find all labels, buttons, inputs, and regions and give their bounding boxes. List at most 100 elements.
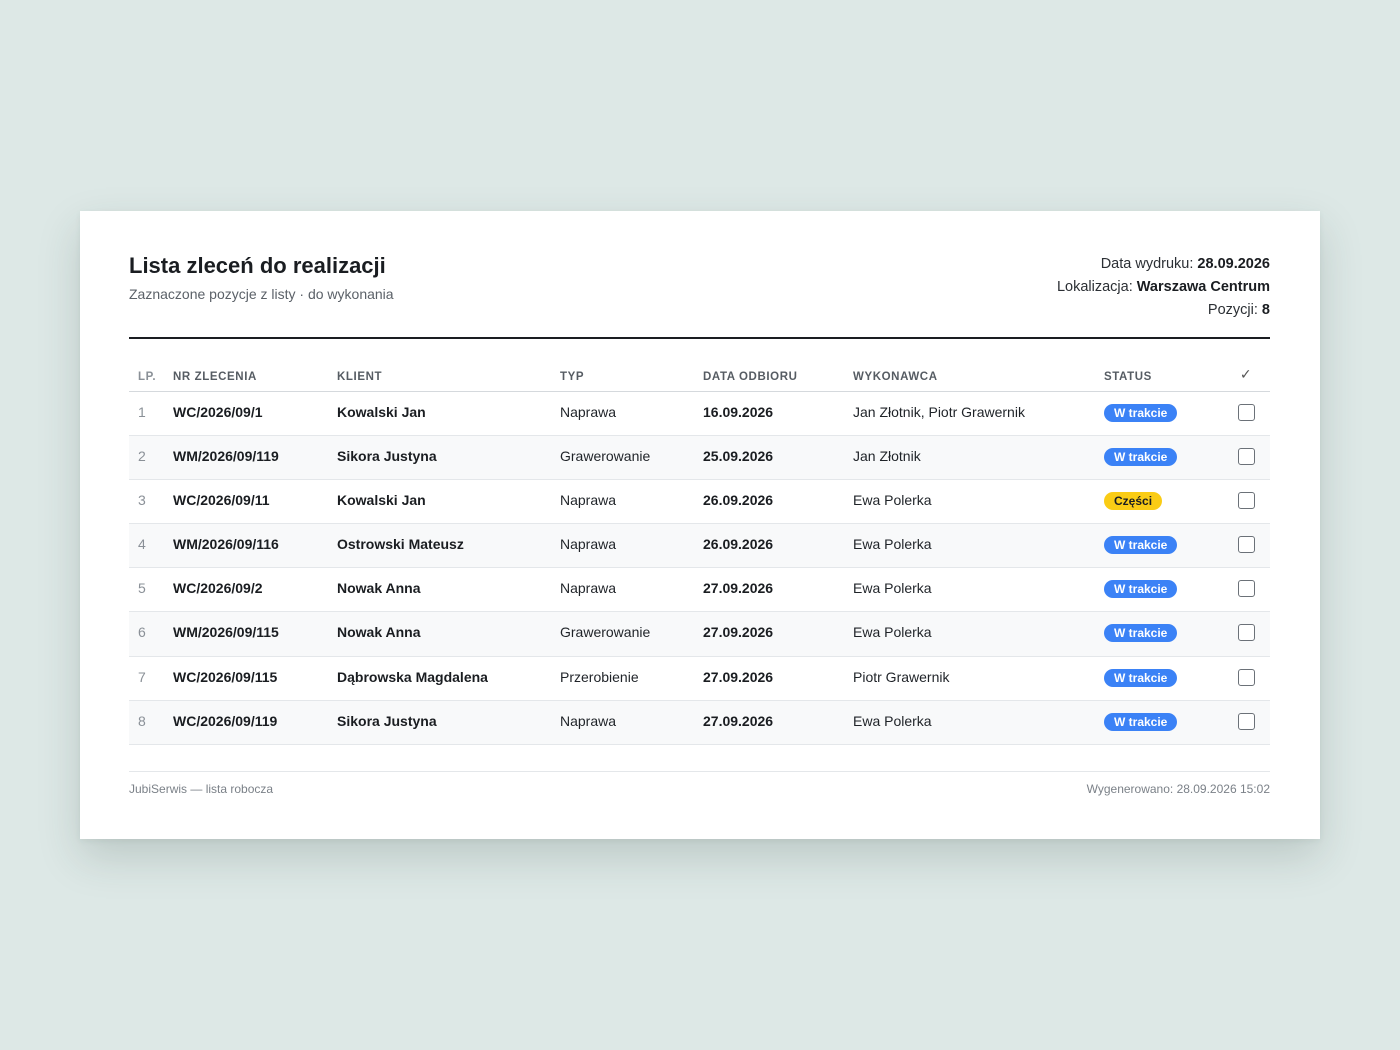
cell-type: Grawerowanie xyxy=(560,624,651,641)
row-checkbox[interactable] xyxy=(1237,624,1255,642)
cell-type: Grawerowanie xyxy=(560,447,651,464)
cell-contractor: Ewa Polerka xyxy=(853,536,932,553)
footer-generated-timestamp: Wygenerowano: 28.09.2026 15:02 xyxy=(1086,782,1270,796)
page-title: Lista zleceń do realizacji xyxy=(129,253,386,278)
row-checkbox[interactable] xyxy=(1237,403,1255,421)
cell-contractor: Piotr Grawernik xyxy=(853,668,950,685)
cell-contractor: Ewa Polerka xyxy=(853,624,932,641)
status-badge: W trakcie xyxy=(1104,624,1178,643)
count-label: Pozycji: xyxy=(1207,302,1258,318)
cell-status: W trakcie xyxy=(1104,524,1222,568)
cell-contractor: Ewa Polerka xyxy=(853,712,932,729)
status-badge: W trakcie xyxy=(1104,580,1178,599)
cell-lp: 4 xyxy=(138,536,146,553)
cell-order-number: WC/2026/09/11 xyxy=(173,491,270,508)
print-date-label: Data wydruku: xyxy=(1100,256,1194,272)
cell-checkbox xyxy=(1222,391,1270,435)
page-subtitle: Zaznaczone pozycje z listy · do wykonani… xyxy=(129,286,394,302)
cell-pickup-date: 27.09.2026 xyxy=(703,624,774,641)
document-sheet: Lista zleceń do realizacji Zaznaczone po… xyxy=(80,211,1320,839)
row-checkbox[interactable] xyxy=(1237,536,1255,554)
cell-status: W trakcie xyxy=(1104,391,1222,435)
cell-status: W trakcie xyxy=(1104,700,1222,744)
status-badge: W trakcie xyxy=(1104,536,1178,555)
cell-type: Naprawa xyxy=(560,491,617,508)
cell-pickup-date: 25.09.2026 xyxy=(703,447,774,464)
column-header-client: KLIENT xyxy=(337,363,560,392)
cell-lp: 2 xyxy=(138,447,146,464)
cell-type: Naprawa xyxy=(560,580,617,597)
table-row: 3 WC/2026/09/11 Kowalski Jan Naprawa 26.09.2… xyxy=(129,479,1270,524)
location-line: Lokalizacja: Warszawa Centrum xyxy=(1057,276,1270,299)
table-row: 1 WC/2026/09/1 Kowalski Jan Naprawa 16.09.20… xyxy=(129,391,1270,436)
cell-order-number: WC/2026/09/2 xyxy=(173,580,263,597)
cell-order-number: WM/2026/09/116 xyxy=(173,536,279,553)
cell-status: W trakcie xyxy=(1104,612,1222,656)
cell-pickup-date: 16.09.2026 xyxy=(703,403,774,420)
row-checkbox[interactable] xyxy=(1237,668,1255,686)
print-date-line: Data wydruku: 28.09.2026 xyxy=(1057,253,1270,276)
column-header-order-number: NR ZLECENIA xyxy=(173,363,337,392)
cell-lp: 7 xyxy=(138,668,146,685)
table-row: 7 WC/2026/09/115 Dąbrowska Magdalena Przero… xyxy=(129,656,1270,701)
cell-lp: 8 xyxy=(138,712,146,729)
cell-contractor: Jan Złotnik, Piotr Grawernik xyxy=(853,403,1025,420)
row-checkbox[interactable] xyxy=(1237,447,1255,465)
table-row: 4 WM/2026/09/116 Ostrowski Mateusz Naprawa 2… xyxy=(129,523,1270,568)
cell-pickup-date: 27.09.2026 xyxy=(703,712,774,729)
count-line: Pozycji: 8 xyxy=(1057,299,1270,322)
cell-checkbox xyxy=(1222,479,1270,523)
cell-contractor: Ewa Polerka xyxy=(853,580,932,597)
table-body: 1 WC/2026/09/1 Kowalski Jan Naprawa 16.09.20… xyxy=(129,391,1270,745)
cell-checkbox xyxy=(1222,656,1270,700)
status-badge: W trakcie xyxy=(1104,668,1178,687)
cell-client: Dąbrowska Magdalena xyxy=(337,668,488,685)
status-badge: W trakcie xyxy=(1104,403,1178,422)
cell-checkbox xyxy=(1222,568,1270,612)
table-header: LP. NR ZLECENIA KLIENT TYP DATA ODBIORU … xyxy=(129,363,1270,392)
print-date-value: 28.09.2026 xyxy=(1197,256,1270,272)
cell-type: Naprawa xyxy=(560,403,617,420)
document-meta: Data wydruku: 28.09.2026 Lokalizacja: Wa… xyxy=(1057,253,1270,322)
cell-client: Sikora Justyna xyxy=(337,712,437,729)
status-badge: Części xyxy=(1104,491,1163,510)
cell-checkbox xyxy=(1222,700,1270,744)
table-row: 5 WC/2026/09/2 Nowak Anna Naprawa 27.09.2026… xyxy=(129,568,1270,612)
cell-status: W trakcie xyxy=(1104,656,1222,700)
cell-lp: 1 xyxy=(138,403,146,420)
location-value: Warszawa Centrum xyxy=(1136,279,1270,295)
column-header-type: TYP xyxy=(560,363,703,392)
cell-pickup-date: 27.09.2026 xyxy=(703,668,774,685)
cell-order-number: WM/2026/09/115 xyxy=(173,624,279,641)
cell-order-number: WM/2026/09/119 xyxy=(173,447,279,464)
cell-client: Sikora Justyna xyxy=(337,447,437,464)
cell-type: Naprawa xyxy=(560,712,617,729)
table-row: 6 WM/2026/09/115 Nowak Anna Grawerowanie 27.… xyxy=(129,611,1270,657)
footer-left: JubiSerwis — lista robocza xyxy=(129,782,274,796)
cell-type: Przerobienie xyxy=(560,668,639,685)
table-row: 2 WM/2026/09/119 Sikora Justyna Grawerowani… xyxy=(129,435,1270,480)
count-value: 8 xyxy=(1261,302,1270,318)
cell-client: Nowak Anna xyxy=(337,580,421,597)
status-badge: W trakcie xyxy=(1104,712,1178,731)
column-header-check: ✓ xyxy=(1222,363,1270,392)
document-footer: JubiSerwis — lista robocza Wygenerowano:… xyxy=(129,771,1270,796)
row-checkbox[interactable] xyxy=(1237,491,1255,509)
location-label: Lokalizacja: xyxy=(1056,279,1133,295)
cell-lp: 3 xyxy=(138,491,146,508)
cell-client: Kowalski Jan xyxy=(337,491,426,508)
cell-pickup-date: 26.09.2026 xyxy=(703,536,774,553)
row-checkbox[interactable] xyxy=(1237,580,1255,598)
cell-status: W trakcie xyxy=(1104,435,1222,479)
row-checkbox[interactable] xyxy=(1237,712,1255,730)
cell-lp: 6 xyxy=(138,624,146,641)
cell-client: Kowalski Jan xyxy=(337,403,426,420)
cell-status: Części xyxy=(1104,479,1222,523)
cell-checkbox xyxy=(1222,612,1270,656)
cell-order-number: WC/2026/09/1 xyxy=(173,403,263,420)
column-header-pickup-date: DATA ODBIORU xyxy=(703,363,853,392)
cell-client: Nowak Anna xyxy=(337,624,421,641)
table-row: 8 WC/2026/09/119 Sikora Justyna Naprawa 27.0… xyxy=(129,700,1270,745)
column-header-lp: LP. xyxy=(129,363,173,392)
cell-type: Naprawa xyxy=(560,536,617,553)
